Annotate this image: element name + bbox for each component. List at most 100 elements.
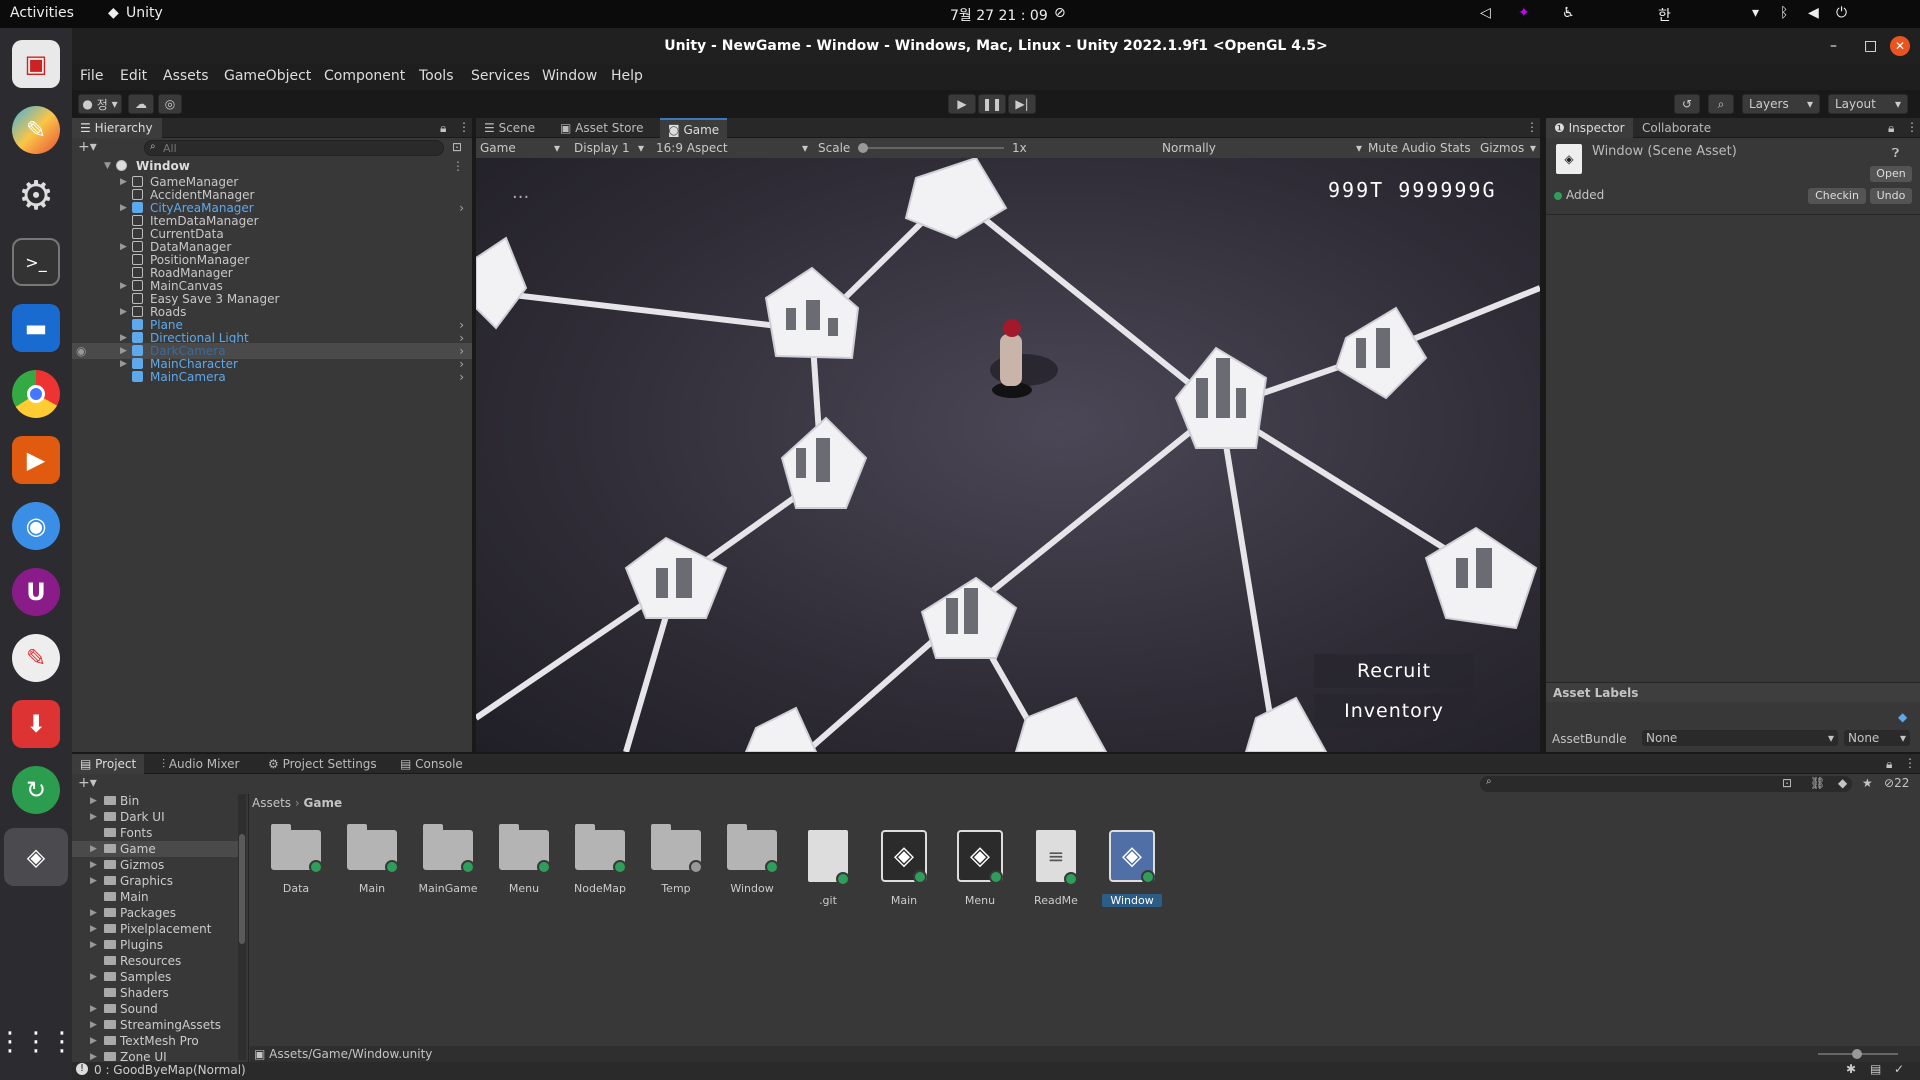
history-icon[interactable]: ↺ [1674, 94, 1700, 114]
aspect-dropdown[interactable]: 16:9 Aspect ▾ [656, 140, 810, 156]
more-icon[interactable]: ⋮ [1526, 120, 1538, 134]
fox-app-icon[interactable]: ◉ [12, 502, 60, 550]
open-button[interactable]: Open [1870, 166, 1912, 182]
help-icon[interactable]: ❓︎ [1892, 146, 1899, 161]
clock[interactable]: 7월 27 21 : 09 [950, 5, 1048, 25]
menu-services[interactable]: Services [471, 68, 530, 84]
project-folder-item[interactable]: Resources [72, 953, 242, 969]
collab-icon[interactable]: ◎ [158, 94, 182, 114]
asset-item[interactable]: Temp [646, 824, 706, 895]
cloud-icon[interactable]: ☁ [128, 94, 154, 114]
project-folder-item[interactable]: ▶ TextMesh Pro [72, 1033, 242, 1049]
asset-item[interactable]: ◈ Menu [950, 830, 1010, 907]
expand-arrow-icon[interactable]: ▶ [90, 937, 97, 953]
mute-audio-toggle[interactable]: Mute Audio [1368, 140, 1436, 156]
tab-game[interactable]: ◙ Game [660, 118, 728, 138]
expand-arrow-icon[interactable]: ▶ [90, 969, 97, 985]
more-icon[interactable]: ⋮ [452, 158, 464, 174]
expand-arrow-icon[interactable]: ▶ [90, 1017, 97, 1033]
bluetooth-icon[interactable]: ᛒ [1780, 5, 1788, 21]
downloader-icon[interactable]: ⬇ [12, 700, 60, 748]
menu-file[interactable]: File [80, 68, 103, 84]
expand-arrow-icon[interactable]: ▶ [90, 809, 97, 825]
close-icon[interactable]: ✕ [1890, 36, 1910, 56]
lock-icon[interactable]: 🔒︎ [1888, 121, 1894, 136]
chrome-icon[interactable] [12, 370, 60, 418]
layers-dropdown[interactable]: Layers ▾ [1742, 94, 1820, 114]
power-icon[interactable]: ⏻ [1836, 5, 1847, 21]
favorite-icon[interactable]: ★ [1862, 776, 1873, 790]
project-folder-item[interactable]: Main [72, 889, 242, 905]
asset-item[interactable]: NodeMap [570, 824, 630, 895]
expand-arrow-icon[interactable]: ▶ [90, 905, 97, 921]
wifi-icon[interactable]: ▾ [1752, 5, 1759, 21]
status-message[interactable]: 0 : GoodByeMap(Normal) [94, 1063, 246, 1077]
cache-icon[interactable]: ▤ [1870, 1062, 1881, 1076]
show-apps-icon[interactable]: ⋮⋮⋮ [0, 1018, 75, 1066]
add-icon[interactable]: +▾ [78, 775, 97, 791]
undo-button[interactable]: Undo [1870, 188, 1912, 204]
activities-button[interactable]: Activities [10, 5, 74, 21]
color-picker-icon[interactable]: ✎ [12, 106, 60, 154]
expand-arrow-icon[interactable]: ▶ [90, 841, 97, 857]
hierarchy-search-input[interactable] [144, 140, 444, 156]
chevron-right-icon[interactable]: › [459, 369, 464, 385]
unity-dock-icon[interactable]: ◈ [4, 828, 68, 886]
tab-scene[interactable]: ☰ Scene [476, 118, 543, 138]
asset-item[interactable]: MainGame [418, 824, 478, 895]
menu-assets[interactable]: Assets [163, 68, 209, 84]
project-folder-item[interactable]: ▶ Gizmos [72, 857, 242, 873]
search-icon[interactable]: ⌕ [1708, 94, 1734, 114]
project-folder-item[interactable]: Fonts [72, 825, 242, 841]
project-folder-item[interactable]: ▶ Graphics [72, 873, 242, 889]
settings-icon[interactable]: ⚙ [12, 172, 60, 220]
play-mode-dropdown[interactable]: Normally ▾ [1162, 140, 1362, 156]
assetbundle-dropdown[interactable]: None ▾ [1642, 730, 1838, 746]
update-icon[interactable]: ↻ [12, 766, 60, 814]
icon-size-slider[interactable] [1818, 1049, 1898, 1059]
variant-dropdown[interactable]: None ▾ [1844, 730, 1910, 746]
more-icon[interactable]: ⋮ [1906, 120, 1918, 134]
project-folder-item[interactable]: ▶ Bin [72, 794, 242, 809]
stats-toggle[interactable]: Stats [1440, 140, 1471, 156]
step-button[interactable]: ▶| [1008, 94, 1036, 114]
project-folder-item[interactable]: ▶ Sound [72, 1001, 242, 1017]
tab-project[interactable]: ▤ Project [72, 754, 145, 774]
umake-icon[interactable]: U [12, 568, 60, 616]
hidden-packages-icon[interactable]: ⊘22 [1884, 776, 1909, 790]
asset-item[interactable]: .git [798, 830, 858, 907]
tab-collaborate[interactable]: Collaborate [1634, 118, 1719, 138]
hierarchy-item[interactable]: MainCamera › [72, 369, 472, 385]
expand-arrow-icon[interactable]: ▼ [104, 158, 111, 174]
tree-scrollbar[interactable] [238, 794, 246, 1060]
menu-edit[interactable]: Edit [120, 68, 147, 84]
menu-component[interactable]: Component [324, 68, 405, 84]
tab-audio-mixer[interactable]: ⫶ Audio Mixer [154, 754, 248, 774]
tree-scrollbar-thumb[interactable] [239, 834, 245, 944]
asset-item[interactable]: Menu [494, 824, 554, 895]
project-folder-item[interactable]: ▶ Dark UI [72, 809, 242, 825]
expand-arrow-icon[interactable]: ▶ [90, 857, 97, 873]
hierarchy-scene-root[interactable]: ▼ Window ⋮ [72, 158, 472, 174]
asset-item[interactable]: Main [342, 824, 402, 895]
tab-project-settings[interactable]: ⚙ Project Settings [260, 754, 385, 774]
menu-gameobject[interactable]: GameObject [224, 68, 311, 84]
search-by-type-icon[interactable]: ⊡ [1782, 776, 1792, 790]
lock-icon[interactable]: 🔒︎ [440, 121, 446, 136]
maximize-icon[interactable]: □ [1864, 28, 1877, 64]
filter-icon[interactable]: ⊡ [452, 140, 462, 154]
display-mode-dropdown[interactable]: Game ▾ [480, 140, 564, 156]
search-by-label-icon[interactable]: ⛓︎ [1810, 776, 1825, 790]
asset-item[interactable]: ◈ Main [874, 830, 934, 907]
scale-slider-handle[interactable] [858, 143, 868, 153]
screenshot-app-icon[interactable]: ▣ [12, 40, 60, 88]
lock-icon[interactable]: 🔒︎ [1886, 757, 1892, 772]
screen-share-icon[interactable]: ◁ [1480, 5, 1491, 21]
menu-window[interactable]: Window [542, 68, 597, 84]
paint-app-icon[interactable]: ✎ [12, 634, 60, 682]
tab-hierarchy[interactable]: ☰ Hierarchy [72, 118, 162, 138]
icon-size-slider-handle[interactable] [1852, 1049, 1862, 1059]
volume-icon[interactable]: ◀ [1808, 5, 1819, 21]
add-icon[interactable]: +▾ [78, 139, 97, 155]
tab-asset-store[interactable]: ▣ Asset Store [552, 118, 652, 138]
